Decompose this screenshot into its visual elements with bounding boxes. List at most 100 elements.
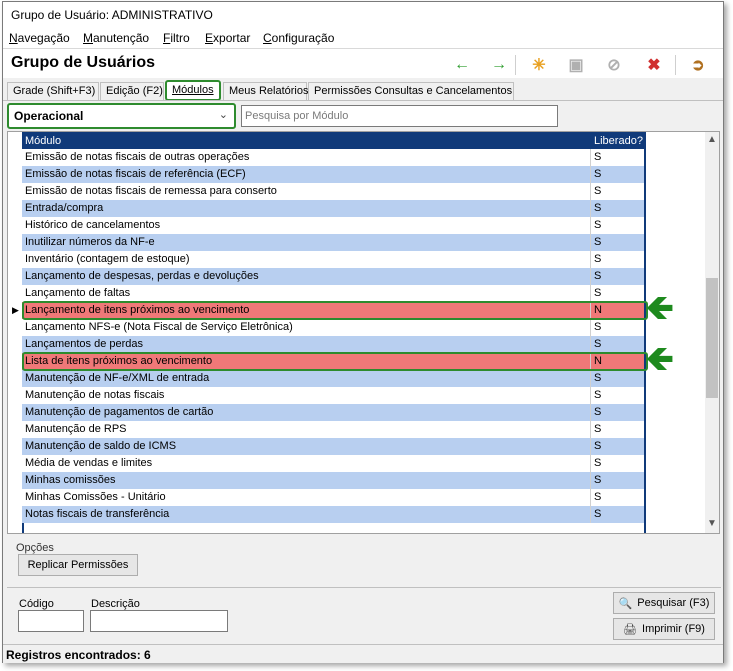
cell-liberado[interactable]: S	[591, 285, 644, 302]
tab-meus-relatorios[interactable]: Meus Relatórios	[223, 82, 308, 100]
cell-liberado[interactable]: S	[591, 200, 644, 217]
cell-modulo[interactable]: Minhas comissões	[22, 472, 590, 489]
descricao-field[interactable]	[90, 610, 228, 632]
cell-modulo[interactable]: Lançamento de faltas	[22, 285, 590, 302]
tab-modulos[interactable]: Módulos	[165, 80, 221, 101]
table-row[interactable]: Lançamento de despesas, perdas e devoluç…	[22, 268, 644, 285]
menu-exportar[interactable]: Exportar	[205, 31, 250, 45]
table-row[interactable]: Manutenção de saldo de ICMS S	[22, 438, 644, 455]
cell-modulo[interactable]: Inutilizar números da NF-e	[22, 234, 590, 251]
menu-filtro[interactable]: Filtro	[163, 31, 190, 45]
cell-liberado[interactable]: S	[591, 421, 644, 438]
table-row[interactable]: Minhas Comissões - Unitário S	[22, 489, 644, 506]
table-row[interactable]: Média de vendas e limites S	[22, 455, 644, 472]
descricao-label: Descrição	[91, 598, 140, 610]
cell-modulo[interactable]: Manutenção de RPS	[22, 421, 590, 438]
table-row[interactable]: Emissão de notas fiscais de referência (…	[22, 166, 644, 183]
cell-modulo[interactable]: Média de vendas e limites	[22, 455, 590, 472]
cell-liberado[interactable]: S	[591, 472, 644, 489]
cancel-icon[interactable]: ⊘	[603, 55, 625, 75]
cell-liberado[interactable]: S	[591, 404, 644, 421]
cell-liberado[interactable]: S	[591, 251, 644, 268]
vertical-scrollbar[interactable]: ▲ ▼	[705, 132, 719, 533]
arrow-left-icon[interactable]: ←	[451, 55, 473, 75]
cell-modulo[interactable]: Lançamentos de perdas	[22, 336, 590, 353]
cell-liberado[interactable]: S	[591, 506, 644, 523]
options-label: Opções	[16, 542, 54, 554]
delete-icon[interactable]: ✖	[643, 55, 665, 75]
app-window: Grupo de Usuário: ADMINISTRATIVO Navegaç…	[2, 1, 724, 663]
cell-modulo[interactable]: Inventário (contagem de estoque)	[22, 251, 590, 268]
cell-liberado[interactable]: S	[591, 387, 644, 404]
table-row[interactable]: Manutenção de RPS S	[22, 421, 644, 438]
table-row[interactable]: Histórico de cancelamentos S	[22, 217, 644, 234]
cell-modulo[interactable]: Emissão de notas fiscais de remessa para…	[22, 183, 590, 200]
cell-liberado[interactable]: S	[591, 455, 644, 472]
cell-liberado[interactable]: S	[591, 336, 644, 353]
tab-grade[interactable]: Grade (Shift+F3)	[7, 82, 99, 100]
cell-liberado[interactable]: S	[591, 268, 644, 285]
cell-liberado[interactable]: S	[591, 166, 644, 183]
menu-configuracao[interactable]: Configuração	[263, 31, 334, 45]
annotation-arrow-icon: 🡸	[646, 340, 674, 378]
page-title: Grupo de Usuários	[11, 54, 156, 71]
table-row[interactable]: Entrada/compra S	[22, 200, 644, 217]
cell-modulo[interactable]: Manutenção de NF-e/XML de entrada	[22, 370, 590, 387]
table-row[interactable]: Inventário (contagem de estoque) S	[22, 251, 644, 268]
highlight-box	[22, 301, 648, 320]
arrow-right-icon[interactable]: →	[488, 55, 510, 75]
table-row[interactable]: Minhas comissões S	[22, 472, 644, 489]
tab-edicao[interactable]: Edição (F2)	[100, 82, 164, 100]
scroll-thumb[interactable]	[706, 278, 718, 398]
search-button-label: Pesquisar (F3)	[637, 597, 710, 609]
exit-icon[interactable]: ➲	[687, 55, 709, 75]
save-icon[interactable]: ▣	[565, 55, 587, 75]
cell-liberado[interactable]: S	[591, 217, 644, 234]
codigo-field[interactable]	[18, 610, 84, 632]
cell-liberado[interactable]: S	[591, 234, 644, 251]
table-row[interactable]: Manutenção de pagamentos de cartão S	[22, 404, 644, 421]
cell-modulo[interactable]: Histórico de cancelamentos	[22, 217, 590, 234]
filter-bar: Operacional ⌄ Pesquisa por Módulo	[3, 100, 723, 130]
table-row[interactable]: Manutenção de notas fiscais S	[22, 387, 644, 404]
table-row[interactable]: Lançamentos de perdas S	[22, 336, 644, 353]
cell-liberado[interactable]: S	[591, 489, 644, 506]
menu-navegacao[interactable]: Navegação	[9, 31, 70, 45]
table-row[interactable]: Lançamento NFS-e (Nota Fiscal de Serviço…	[22, 319, 644, 336]
chevron-down-icon: ⌄	[218, 109, 228, 121]
cell-modulo[interactable]: Manutenção de notas fiscais	[22, 387, 590, 404]
cell-modulo[interactable]: Entrada/compra	[22, 200, 590, 217]
cell-liberado[interactable]: S	[591, 149, 644, 166]
table-row[interactable]: Lançamento de faltas S	[22, 285, 644, 302]
cell-modulo[interactable]: Lançamento NFS-e (Nota Fiscal de Serviço…	[22, 319, 590, 336]
table-row[interactable]: Manutenção de NF-e/XML de entrada S	[22, 370, 644, 387]
new-icon[interactable]: ✳	[528, 55, 550, 75]
replicate-permissions-button[interactable]: Replicar Permissões	[18, 554, 138, 576]
cell-modulo[interactable]: Lançamento de despesas, perdas e devoluç…	[22, 268, 590, 285]
column-header-liberado[interactable]: Liberado?	[594, 135, 643, 147]
search-button[interactable]: 🔍 Pesquisar (F3)	[613, 592, 715, 614]
table-row[interactable]: Emissão de notas fiscais de remessa para…	[22, 183, 644, 200]
cell-liberado[interactable]: S	[591, 438, 644, 455]
cell-modulo[interactable]: Minhas Comissões - Unitário	[22, 489, 590, 506]
cell-liberado[interactable]: S	[591, 370, 644, 387]
column-header-modulo[interactable]: Módulo	[25, 135, 61, 147]
scroll-down-icon[interactable]: ▼	[707, 518, 717, 529]
cell-modulo[interactable]: Manutenção de pagamentos de cartão	[22, 404, 590, 421]
modules-grid: Módulo Liberado? Emissão de notas fiscai…	[7, 131, 720, 534]
menu-manutencao[interactable]: Manutenção	[83, 31, 149, 45]
cell-liberado[interactable]: S	[591, 319, 644, 336]
table-row[interactable]: Notas fiscais de transferência S	[22, 506, 644, 523]
search-input[interactable]: Pesquisa por Módulo	[241, 105, 558, 127]
cell-modulo[interactable]: Emissão de notas fiscais de referência (…	[22, 166, 590, 183]
modulo-group-select[interactable]: Operacional ⌄	[7, 103, 236, 129]
cell-modulo[interactable]: Emissão de notas fiscais de outras opera…	[22, 149, 590, 166]
table-row[interactable]: Inutilizar números da NF-e S	[22, 234, 644, 251]
print-button[interactable]: 🖨 Imprimir (F9)	[613, 618, 715, 640]
cell-modulo[interactable]: Notas fiscais de transferência	[22, 506, 590, 523]
tab-permissoes[interactable]: Permissões Consultas e Cancelamentos	[308, 82, 514, 100]
scroll-up-icon[interactable]: ▲	[707, 134, 717, 145]
cell-liberado[interactable]: S	[591, 183, 644, 200]
cell-modulo[interactable]: Manutenção de saldo de ICMS	[22, 438, 590, 455]
table-row[interactable]: Emissão de notas fiscais de outras opera…	[22, 149, 644, 166]
